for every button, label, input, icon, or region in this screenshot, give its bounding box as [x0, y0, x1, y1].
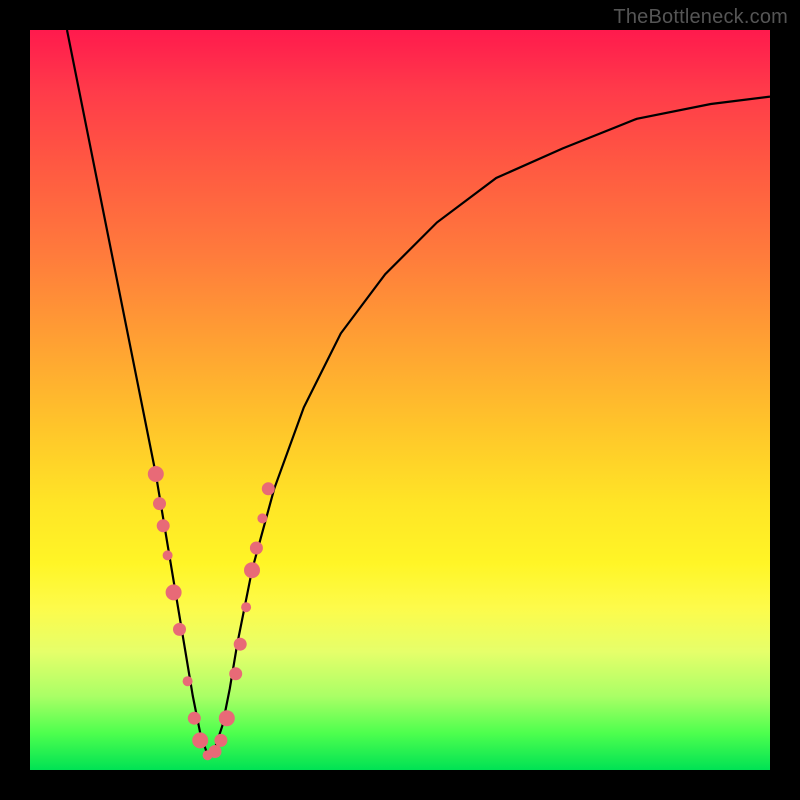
watermark-text: TheBottleneck.com: [613, 6, 788, 29]
gradient-plot-area: [30, 30, 770, 770]
outer-black-frame: [30, 30, 770, 770]
